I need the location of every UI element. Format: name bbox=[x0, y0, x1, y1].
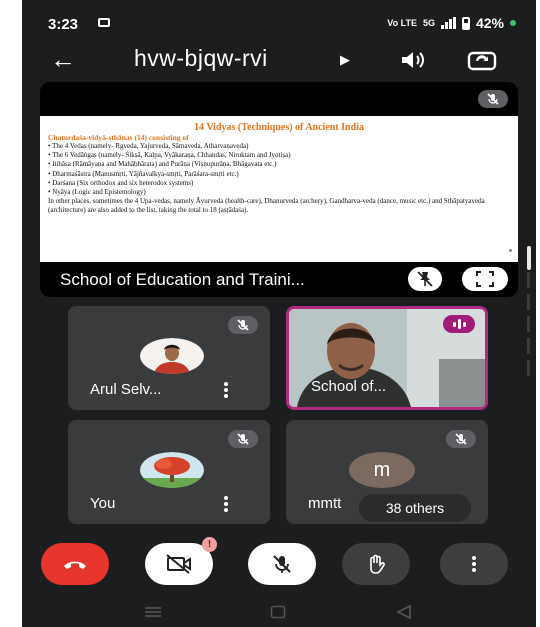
meeting-app-bar: ← hvw-bjqw-rvi ▶ bbox=[22, 44, 536, 80]
screen-cast-icon bbox=[98, 18, 110, 27]
participant-tile[interactable]: Arul Selv... bbox=[68, 306, 270, 410]
speaker-icon[interactable] bbox=[398, 48, 428, 72]
more-options-icon[interactable] bbox=[224, 496, 228, 512]
avatar bbox=[140, 338, 204, 374]
participant-tile-self[interactable]: You bbox=[68, 420, 270, 524]
mic-off-icon bbox=[273, 555, 291, 573]
signal-bars-icon bbox=[440, 17, 456, 29]
network-label: 5G bbox=[422, 17, 435, 28]
more-options-icon[interactable] bbox=[224, 382, 228, 398]
slide-paragraph: In other places, sometimes the 4 Upa-ved… bbox=[48, 197, 485, 215]
more-vert-icon bbox=[472, 556, 476, 572]
phone-screen: 3:23 Vo LTE 5G 42% ← hvw-bjqw-rvi ▶ 14 V… bbox=[22, 0, 536, 627]
slide-bullets: The 4 Vedas (namely- Ṛgveda, Yajurveda, … bbox=[40, 142, 518, 197]
raise-hand-icon bbox=[370, 554, 385, 574]
others-count-chip[interactable]: 38 others bbox=[359, 494, 471, 522]
presenter-name: School of Education and Traini... bbox=[60, 270, 305, 289]
slide-bullet: The 6 Vedāṅgas (namely- Śikṣā, Kalpa, Vy… bbox=[48, 151, 510, 160]
back-arrow-icon[interactable]: ← bbox=[50, 44, 76, 74]
camera-warning-badge: ! bbox=[202, 537, 217, 552]
more-options-button[interactable] bbox=[440, 543, 508, 585]
mic-off-pill bbox=[228, 430, 258, 448]
camera-toggle-button[interactable]: ! bbox=[145, 537, 217, 585]
participant-name: You bbox=[90, 495, 116, 512]
battery-icon bbox=[461, 16, 470, 30]
slide-bullet: Nyāya (Logic and Epistemology) bbox=[48, 188, 510, 197]
mic-off-icon bbox=[237, 433, 249, 445]
shared-slide: 14 Vidyas (Techniques) of Ancient India … bbox=[40, 116, 518, 262]
presentation-footer: School of Education and Traini... bbox=[40, 262, 518, 297]
mic-off-icon bbox=[487, 93, 499, 105]
presentation-tile[interactable]: 14 Vidyas (Techniques) of Ancient India … bbox=[40, 82, 518, 297]
pin-off-icon bbox=[417, 271, 433, 287]
avatar bbox=[140, 452, 204, 488]
avatar-letter: m bbox=[349, 452, 415, 488]
mic-off-pill bbox=[228, 316, 258, 334]
mic-off-pill bbox=[446, 430, 476, 448]
slide-subtitle: Chaturdaśa-vidyā-sthānas (14) consisting… bbox=[48, 133, 189, 142]
battery-percent: 42% bbox=[475, 15, 504, 31]
slide-bullet: The 4 Vedas (namely- Ṛgveda, Yajurveda, … bbox=[48, 142, 510, 151]
hang-up-icon bbox=[64, 561, 86, 569]
mic-toggle-button[interactable] bbox=[248, 543, 316, 585]
slide-title: 14 Vidyas (Techniques) of Ancient India bbox=[194, 122, 364, 133]
caret-right-icon[interactable]: ▶ bbox=[340, 52, 350, 68]
participant-strip-indicator bbox=[527, 272, 532, 392]
unpin-button[interactable] bbox=[408, 267, 442, 291]
slide-bullet: Itihāsa (Rāmāyaṇa and Mahābhārata) and P… bbox=[48, 160, 510, 169]
slide-bullet: Darśana (Six orthodox and six heterodox … bbox=[48, 179, 510, 188]
switch-camera-icon[interactable] bbox=[466, 48, 498, 72]
status-time: 3:23 bbox=[48, 16, 79, 33]
scroll-thumb[interactable] bbox=[527, 246, 531, 270]
participant-name: mmtt bbox=[308, 495, 342, 512]
raise-hand-button[interactable] bbox=[342, 543, 410, 585]
fullscreen-icon bbox=[476, 271, 494, 287]
system-nav-bar bbox=[22, 596, 536, 627]
call-controls: ! bbox=[22, 537, 536, 594]
participant-tile-group[interactable]: m mmtt 38 others bbox=[286, 420, 488, 524]
recents-menu-icon[interactable] bbox=[144, 606, 162, 618]
mic-off-icon bbox=[455, 433, 467, 445]
mic-off-icon bbox=[237, 319, 249, 331]
fullscreen-button[interactable] bbox=[462, 267, 508, 291]
back-triangle-icon[interactable] bbox=[396, 605, 412, 619]
volte-label: Vo LTE bbox=[387, 17, 417, 28]
privacy-dot-icon bbox=[510, 20, 516, 26]
slide-marker bbox=[509, 249, 512, 252]
speaking-indicator-icon bbox=[443, 315, 475, 333]
system-indicators: Vo LTE 5G 42% bbox=[387, 15, 516, 31]
end-call-button[interactable] bbox=[41, 543, 109, 585]
home-square-icon[interactable] bbox=[270, 605, 286, 619]
camera-off-icon bbox=[166, 554, 191, 574]
participant-tile-speaking[interactable]: School of... bbox=[286, 306, 488, 410]
participant-name: Arul Selv... bbox=[90, 381, 162, 398]
meeting-code[interactable]: hvw-bjqw-rvi bbox=[134, 45, 268, 72]
status-bar: 3:23 Vo LTE 5G 42% bbox=[22, 0, 536, 44]
mic-off-pill bbox=[478, 90, 508, 108]
participant-name: School of... bbox=[311, 378, 387, 395]
slide-bullet: Dharmaśāstra (Manusmṛti, Yājñavalkya-smṛ… bbox=[48, 170, 510, 179]
